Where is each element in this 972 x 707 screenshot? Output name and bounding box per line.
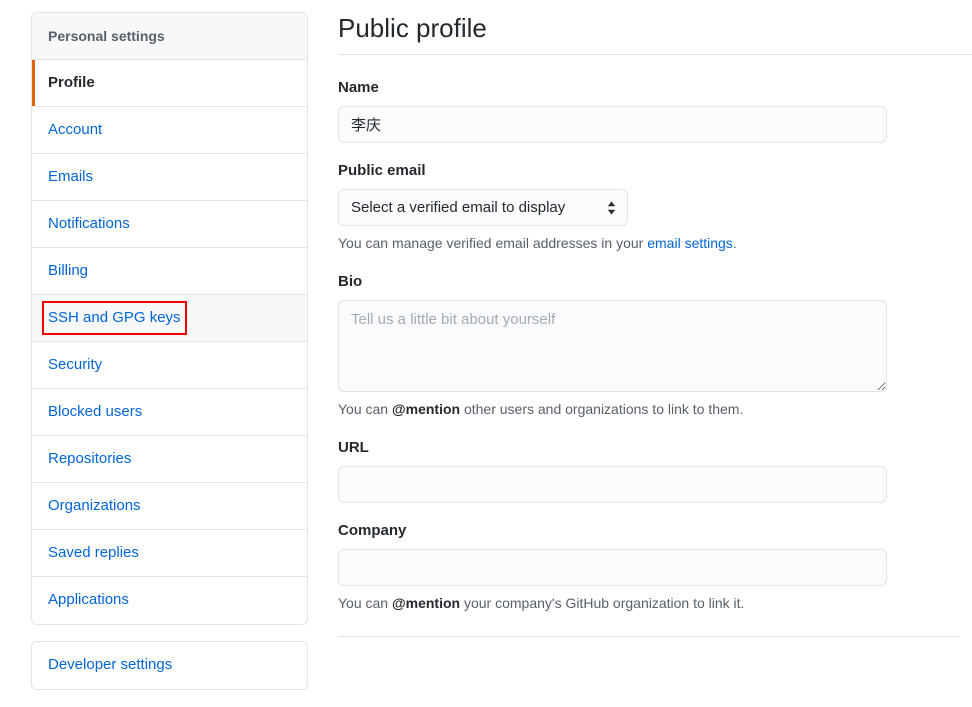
public-email-label: Public email xyxy=(338,160,972,182)
sidebar-item-applications[interactable]: Applications xyxy=(32,577,307,624)
bio-help-suffix: other users and organizations to link to… xyxy=(460,401,743,417)
sidebar-item-label: Blocked users xyxy=(48,401,142,423)
url-input[interactable] xyxy=(338,466,887,503)
name-label: Name xyxy=(338,77,972,99)
company-help-suffix: your company's GitHub organization to li… xyxy=(460,595,744,611)
bio-field-group: Bio You can @mention other users and org… xyxy=(338,271,972,420)
sidebar-item-developer-settings[interactable]: Developer settings xyxy=(32,642,307,689)
bio-label: Bio xyxy=(338,271,972,293)
sidebar-item-profile[interactable]: Profile xyxy=(32,60,307,107)
public-email-help: You can manage verified email addresses … xyxy=(338,233,972,254)
sidebar-item-account[interactable]: Account xyxy=(32,107,307,154)
public-email-select-wrap: Select a verified email to display xyxy=(338,189,628,226)
sidebar-item-label: Saved replies xyxy=(48,542,139,564)
public-email-select[interactable]: Select a verified email to display xyxy=(338,189,628,226)
bio-help-mention: @mention xyxy=(392,401,460,417)
sidebar-item-billing[interactable]: Billing xyxy=(32,248,307,295)
url-field-group: URL xyxy=(338,437,972,503)
sidebar-item-label: Developer settings xyxy=(48,654,172,676)
public-email-field-group: Public email Select a verified email to … xyxy=(338,160,972,254)
company-input[interactable] xyxy=(338,549,887,586)
public-profile-form: Public profile Name Public email Select … xyxy=(338,12,972,654)
company-help: You can @mention your company's GitHub o… xyxy=(338,593,972,614)
settings-sidebar: Personal settings Profile Account Emails… xyxy=(31,12,308,690)
name-field-group: Name xyxy=(338,77,972,143)
sidebar-item-ssh-and-gpg-keys[interactable]: SSH and GPG keys xyxy=(32,295,307,342)
title-divider xyxy=(338,54,972,55)
company-help-prefix: You can xyxy=(338,595,392,611)
public-email-help-prefix: You can manage verified email addresses … xyxy=(338,235,647,251)
name-input[interactable] xyxy=(338,106,887,143)
sidebar-item-label: Emails xyxy=(48,166,93,188)
sidebar-item-notifications[interactable]: Notifications xyxy=(32,201,307,248)
company-help-mention: @mention xyxy=(392,595,460,611)
sidebar-item-saved-replies[interactable]: Saved replies xyxy=(32,530,307,577)
sidebar-item-label: Billing xyxy=(48,260,88,282)
bio-textarea[interactable] xyxy=(338,300,887,392)
sidebar-item-label: Repositories xyxy=(48,448,131,470)
sidebar-header: Personal settings xyxy=(32,13,307,60)
settings-page: Personal settings Profile Account Emails… xyxy=(0,0,972,707)
sidebar-item-label: Applications xyxy=(48,589,129,611)
company-label: Company xyxy=(338,520,972,542)
page-title: Public profile xyxy=(338,12,972,54)
sidebar-item-emails[interactable]: Emails xyxy=(32,154,307,201)
personal-settings-card: Personal settings Profile Account Emails… xyxy=(31,12,308,625)
public-email-help-suffix: . xyxy=(733,235,737,251)
sidebar-item-label: Account xyxy=(48,119,102,141)
bio-help-prefix: You can xyxy=(338,401,392,417)
company-field-group: Company You can @mention your company's … xyxy=(338,520,972,637)
sidebar-item-label: Security xyxy=(48,354,102,376)
url-label: URL xyxy=(338,437,972,459)
sidebar-item-label: Organizations xyxy=(48,495,141,517)
company-divider xyxy=(338,636,960,637)
sidebar-item-label: Profile xyxy=(48,72,95,94)
sidebar-item-blocked-users[interactable]: Blocked users xyxy=(32,389,307,436)
chevron-up-down-icon xyxy=(606,200,617,216)
developer-settings-card: Developer settings xyxy=(31,641,308,690)
sidebar-item-label: SSH and GPG keys xyxy=(48,307,181,329)
sidebar-item-label: Notifications xyxy=(48,213,130,235)
sidebar-item-security[interactable]: Security xyxy=(32,342,307,389)
sidebar-item-repositories[interactable]: Repositories xyxy=(32,436,307,483)
email-settings-link[interactable]: email settings xyxy=(647,235,733,251)
sidebar-item-organizations[interactable]: Organizations xyxy=(32,483,307,530)
bio-help: You can @mention other users and organiz… xyxy=(338,399,972,420)
public-email-selected-value: Select a verified email to display xyxy=(351,196,565,219)
